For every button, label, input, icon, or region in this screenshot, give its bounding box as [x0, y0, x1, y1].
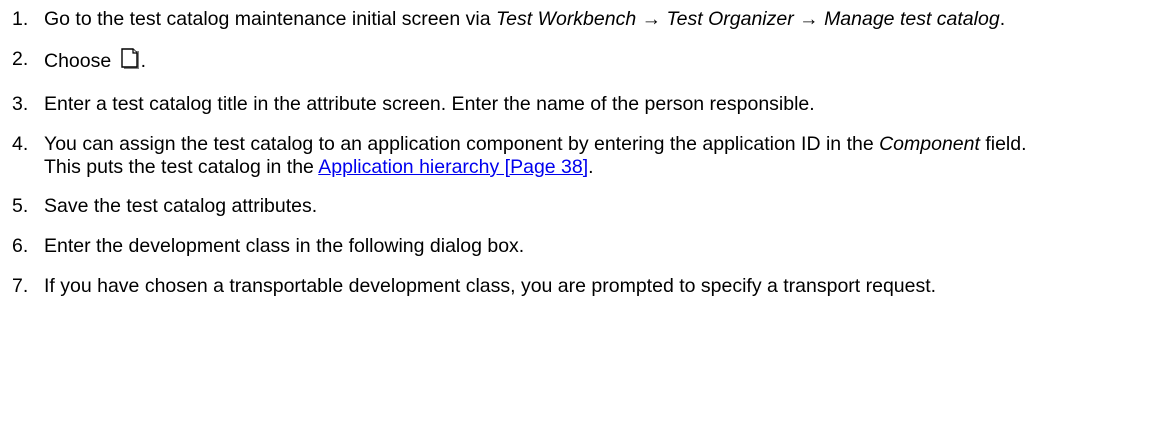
step-text: Enter a test catalog title in the attrib… [44, 93, 815, 115]
step-number: 6. [12, 235, 29, 257]
step-text: You can assign the test catalog to an ap… [44, 133, 1142, 179]
menu-path-manage-test-catalog: Manage test catalog [824, 8, 1000, 30]
component-field-name: Component [879, 133, 980, 155]
step-text: Enter the development class in the follo… [44, 235, 525, 257]
application-hierarchy-link[interactable]: Application hierarchy [Page 38] [318, 156, 588, 178]
step-text-part: . [588, 156, 594, 178]
menu-arrow: → [636, 8, 667, 30]
step-7: 7. If you have chosen a transportable de… [12, 275, 1142, 298]
step-number: 2. [12, 48, 29, 70]
step-text-part: You can assign the test catalog to an ap… [44, 133, 880, 155]
step-number: 5. [12, 195, 29, 217]
step-number: 7. [12, 275, 29, 297]
menu-path-test-workbench: Test Workbench [496, 8, 637, 30]
step-number: 1. [12, 8, 29, 30]
step-text: Go to the test catalog maintenance initi… [44, 8, 1142, 31]
step-3: 3. Enter a test catalog title in the att… [12, 93, 1142, 116]
step-4: 4. You can assign the test catalog to an… [12, 133, 1142, 179]
step-text-part: Choose [44, 50, 117, 72]
step-number: 4. [12, 133, 29, 155]
step-number: 3. [12, 93, 29, 115]
step-text: Save the test catalog attributes. [44, 195, 318, 217]
step-text-part: Go to the test catalog maintenance initi… [44, 8, 497, 30]
step-5: 5. Save the test catalog attributes. [12, 195, 1142, 218]
menu-path-test-organizer: Test Organizer [666, 8, 794, 30]
step-2: 2. Choose . [12, 48, 1142, 76]
step-text-part: . [140, 50, 147, 72]
menu-arrow: → [793, 8, 825, 30]
new-document-icon [120, 48, 141, 76]
step-text-part: . [999, 8, 1006, 30]
procedure-steps: 1. Go to the test catalog maintenance in… [12, 8, 1142, 315]
step-1: 1. Go to the test catalog maintenance in… [12, 8, 1142, 31]
step-text: If you have chosen a transportable devel… [44, 275, 937, 297]
step-text-part: This puts the test catalog in the [44, 156, 319, 178]
step-text-part: field. [979, 133, 1027, 155]
step-6: 6. Enter the development class in the fo… [12, 235, 1142, 258]
step-text: Choose . [44, 48, 1142, 76]
